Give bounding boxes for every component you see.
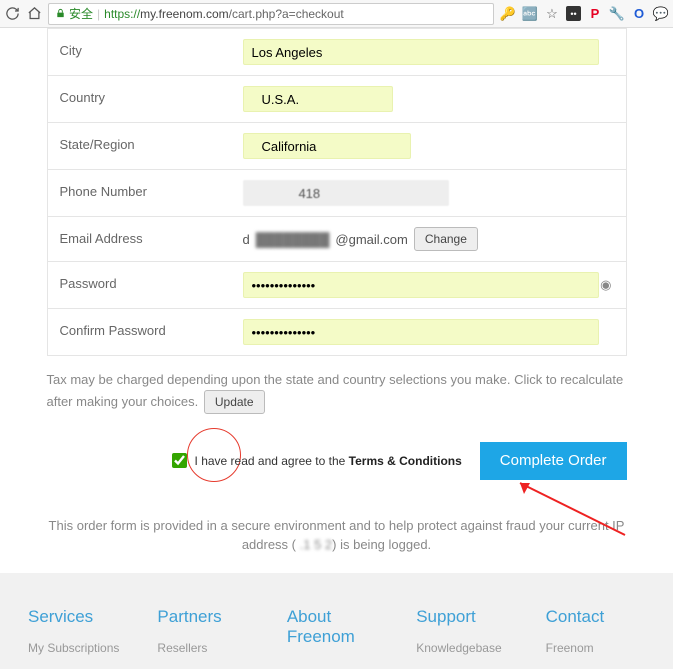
update-button[interactable]: Update (204, 390, 265, 414)
secure-note: This order form is provided in a secure … (47, 516, 627, 555)
pinterest-icon[interactable]: P (587, 6, 603, 22)
phone-input[interactable] (243, 180, 449, 206)
opera-icon[interactable]: O (631, 6, 647, 22)
row-email: Email Address d████████@gmail.com Change (48, 216, 626, 261)
checkout-form: City Country State/Region Phone Number E… (47, 28, 627, 356)
tax-note: Tax may be charged depending upon the st… (47, 370, 627, 414)
row-password: Password ◉ (48, 261, 626, 308)
footer-link[interactable]: My Subscriptions (28, 641, 127, 655)
footer-heading: Services (28, 607, 127, 627)
label-phone: Phone Number (48, 170, 243, 216)
footer-link[interactable]: Resellers (157, 641, 256, 655)
terms-label: I have read and agree to the Terms & Con… (195, 454, 462, 468)
footer-services: Services My Subscriptions (28, 607, 127, 661)
label-email: Email Address (48, 217, 243, 261)
country-input[interactable] (243, 86, 393, 112)
address-bar[interactable]: 安全 | https://my.freenom.com/cart.php?a=c… (48, 3, 494, 25)
page-body: City Country State/Region Phone Number E… (0, 28, 673, 555)
home-icon[interactable] (26, 6, 42, 22)
agree-row: I have read and agree to the Terms & Con… (47, 442, 627, 480)
terms-checkbox[interactable] (172, 453, 187, 468)
url-path: /cart.php?a=checkout (229, 7, 344, 21)
label-country: Country (48, 76, 243, 122)
complete-order-button[interactable]: Complete Order (480, 442, 627, 480)
footer-link[interactable]: Knowledgebase (416, 641, 515, 655)
label-state: State/Region (48, 123, 243, 169)
email-display: d████████@gmail.com (243, 232, 408, 247)
secure-label: 安全 (69, 5, 93, 22)
city-input[interactable] (243, 39, 599, 65)
password-input[interactable] (243, 272, 599, 298)
footer-link[interactable]: Freenom (546, 641, 645, 655)
key-icon[interactable]: 🔑 (500, 6, 516, 22)
url-host: my.freenom.com (140, 7, 228, 21)
ext1-icon[interactable]: •• (566, 6, 581, 21)
footer-heading: About Freenom (287, 607, 386, 647)
confirm-password-input[interactable] (243, 319, 599, 345)
reload-icon[interactable] (4, 6, 20, 22)
footer-partners: Partners Resellers (157, 607, 256, 661)
footer-heading: Contact (546, 607, 645, 627)
row-phone: Phone Number (48, 169, 626, 216)
footer-heading: Support (416, 607, 515, 627)
wechat-icon[interactable]: 💬 (653, 6, 669, 22)
row-city: City (48, 28, 626, 75)
toolbar-icons: 🔑 🔤 ☆ •• P 🔧 O 💬 (500, 6, 669, 22)
terms-checkbox-wrap[interactable]: I have read and agree to the Terms & Con… (172, 453, 462, 468)
footer-contact: Contact Freenom (546, 607, 645, 661)
footer-about: About Freenom (287, 607, 386, 661)
password-key-icon[interactable]: ◉ (600, 277, 611, 293)
url-scheme: https:// (104, 7, 140, 21)
footer-support: Support Knowledgebase (416, 607, 515, 661)
row-country: Country (48, 75, 626, 122)
label-city: City (48, 29, 243, 75)
row-state: State/Region (48, 122, 626, 169)
change-email-button[interactable]: Change (414, 227, 478, 251)
translate-icon[interactable]: 🔤 (522, 6, 538, 22)
label-password: Password (48, 262, 243, 308)
browser-toolbar: 安全 | https://my.freenom.com/cart.php?a=c… (0, 0, 673, 28)
label-confirm: Confirm Password (48, 309, 243, 355)
state-input[interactable] (243, 133, 412, 159)
footer: Services My Subscriptions Partners Resel… (0, 573, 673, 669)
ext2-icon[interactable]: 🔧 (609, 6, 625, 22)
row-confirm: Confirm Password (48, 308, 626, 355)
star-icon[interactable]: ☆ (544, 6, 560, 22)
secure-badge: 安全 (55, 5, 93, 22)
footer-heading: Partners (157, 607, 256, 627)
